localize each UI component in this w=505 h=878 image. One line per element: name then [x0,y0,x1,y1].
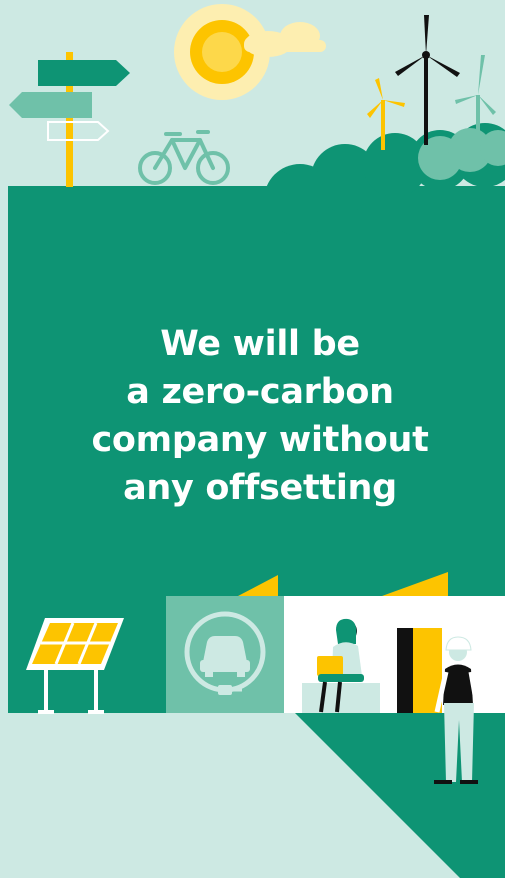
headline: We will be a zero-carbon company without… [40,320,480,512]
ev-charging-icon [166,596,284,713]
headline-line: We will be [160,324,360,364]
wind-turbine-icon [367,15,496,150]
headline-line: company without [91,420,429,460]
bicycle-icon [138,130,230,185]
hero-banner: We will be a zero-carbon company without… [0,0,505,878]
headline-line: any offsetting [123,468,397,508]
green-panel [8,186,505,878]
doorway [397,628,442,713]
headline-line: a zero-carbon [126,372,394,412]
signpost-icon [9,52,130,187]
